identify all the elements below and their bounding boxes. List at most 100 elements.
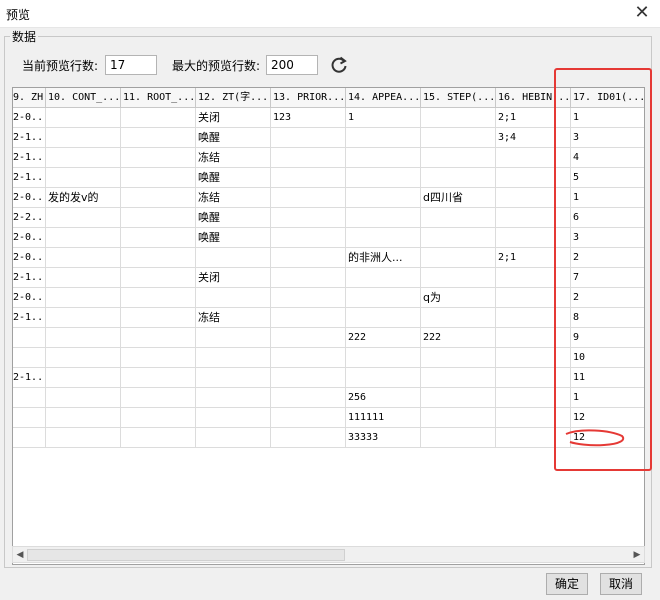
table-cell[interactable]: [271, 148, 346, 168]
table-row[interactable]: 2-1... 关闭 7: [13, 268, 644, 288]
table-cell[interactable]: [496, 268, 571, 288]
table-cell[interactable]: [196, 428, 271, 448]
table-cell[interactable]: [421, 408, 496, 428]
table-row[interactable]: 2-0... q为 2: [13, 288, 644, 308]
table-cell[interactable]: [121, 148, 196, 168]
table-cell[interactable]: [346, 308, 421, 328]
table-cell[interactable]: 6: [571, 208, 644, 228]
table-cell[interactable]: [271, 428, 346, 448]
table-cell[interactable]: [121, 168, 196, 188]
table-cell[interactable]: 2-1...: [13, 168, 46, 188]
table-cell[interactable]: 33333: [346, 428, 421, 448]
table-row[interactable]: 2-1... 冻结 4: [13, 148, 644, 168]
table-cell[interactable]: [196, 348, 271, 368]
table-cell[interactable]: [121, 228, 196, 248]
table-cell[interactable]: [271, 208, 346, 228]
refresh-icon[interactable]: [328, 54, 350, 76]
table-cell[interactable]: [271, 248, 346, 268]
table-cell[interactable]: [121, 108, 196, 128]
table-cell[interactable]: [13, 328, 46, 348]
table-cell[interactable]: [271, 128, 346, 148]
table-cell[interactable]: [346, 348, 421, 368]
table-cell[interactable]: [496, 368, 571, 388]
table-cell[interactable]: [496, 328, 571, 348]
table-cell[interactable]: 123: [271, 108, 346, 128]
table-cell[interactable]: q为: [421, 288, 496, 308]
table-cell[interactable]: [46, 408, 121, 428]
table-cell[interactable]: 3: [571, 128, 644, 148]
table-cell[interactable]: [346, 208, 421, 228]
column-header[interactable]: 11. ROOT_...: [121, 88, 196, 108]
table-row[interactable]: 2-0... 发的发v的 冻结 d四川省 1: [13, 188, 644, 208]
table-cell[interactable]: [121, 288, 196, 308]
table-cell[interactable]: [46, 148, 121, 168]
table-cell[interactable]: [121, 248, 196, 268]
table-cell[interactable]: 2-1...: [13, 128, 46, 148]
table-cell[interactable]: 唤醒: [196, 168, 271, 188]
column-header[interactable]: 13. PRIOR...: [271, 88, 346, 108]
table-cell[interactable]: [46, 428, 121, 448]
table-cell[interactable]: [346, 148, 421, 168]
table-cell[interactable]: 8: [571, 308, 644, 328]
column-header[interactable]: 15. STEP(...: [421, 88, 496, 108]
table-cell[interactable]: [196, 388, 271, 408]
table-row[interactable]: 33333 12: [13, 428, 644, 448]
table-cell[interactable]: 2-0...: [13, 248, 46, 268]
table-cell[interactable]: [496, 428, 571, 448]
table-cell[interactable]: 3;4: [496, 128, 571, 148]
table-cell[interactable]: [121, 428, 196, 448]
table-cell[interactable]: [121, 388, 196, 408]
table-cell[interactable]: [421, 308, 496, 328]
table-cell[interactable]: 2-1...: [13, 148, 46, 168]
table-cell[interactable]: [421, 428, 496, 448]
table-cell[interactable]: 1: [571, 388, 644, 408]
table-cell[interactable]: [46, 328, 121, 348]
table-cell[interactable]: 256: [346, 388, 421, 408]
table-row[interactable]: 2-1... 唤醒 5: [13, 168, 644, 188]
table-cell[interactable]: [496, 168, 571, 188]
table-cell[interactable]: 7: [571, 268, 644, 288]
table-cell[interactable]: [46, 168, 121, 188]
table-cell[interactable]: [346, 288, 421, 308]
table-cell[interactable]: [421, 148, 496, 168]
table-cell[interactable]: 2-1...: [13, 368, 46, 388]
table-cell[interactable]: 111111: [346, 408, 421, 428]
table-cell[interactable]: [496, 148, 571, 168]
table-cell[interactable]: 222: [421, 328, 496, 348]
column-header[interactable]: 9. ZH(...: [13, 88, 46, 108]
table-row[interactable]: 2-0... 唤醒 3: [13, 228, 644, 248]
table-cell[interactable]: 2: [571, 248, 644, 268]
scroll-right-icon[interactable]: ▶: [631, 549, 643, 561]
table-cell[interactable]: [496, 188, 571, 208]
table-cell[interactable]: [496, 348, 571, 368]
table-cell[interactable]: [46, 288, 121, 308]
table-cell[interactable]: 3: [571, 228, 644, 248]
table-cell[interactable]: [46, 208, 121, 228]
column-header[interactable]: 17. ID01(...: [571, 88, 644, 108]
table-cell[interactable]: [196, 328, 271, 348]
table-cell[interactable]: [271, 348, 346, 368]
table-cell[interactable]: [121, 348, 196, 368]
table-cell[interactable]: 冻结: [196, 148, 271, 168]
table-cell[interactable]: [346, 228, 421, 248]
table-cell[interactable]: 12: [571, 408, 644, 428]
table-cell[interactable]: 2-0...: [13, 188, 46, 208]
horizontal-scrollbar[interactable]: ◀ ▶: [12, 546, 645, 563]
table-cell[interactable]: 2-0...: [13, 108, 46, 128]
table-cell[interactable]: [46, 348, 121, 368]
table-cell[interactable]: 1: [346, 108, 421, 128]
table-cell[interactable]: 11: [571, 368, 644, 388]
table-cell[interactable]: [421, 128, 496, 148]
table-cell[interactable]: 2: [571, 288, 644, 308]
close-icon[interactable]: ✕: [632, 4, 652, 24]
table-cell[interactable]: [271, 288, 346, 308]
table-cell[interactable]: [421, 268, 496, 288]
table-cell[interactable]: [121, 268, 196, 288]
table-cell[interactable]: 冻结: [196, 308, 271, 328]
table-cell[interactable]: 冻结: [196, 188, 271, 208]
table-cell[interactable]: [13, 428, 46, 448]
table-cell[interactable]: [421, 368, 496, 388]
table-cell[interactable]: [13, 348, 46, 368]
table-cell[interactable]: 2-0...: [13, 288, 46, 308]
table-row[interactable]: 2-2... 唤醒 6: [13, 208, 644, 228]
